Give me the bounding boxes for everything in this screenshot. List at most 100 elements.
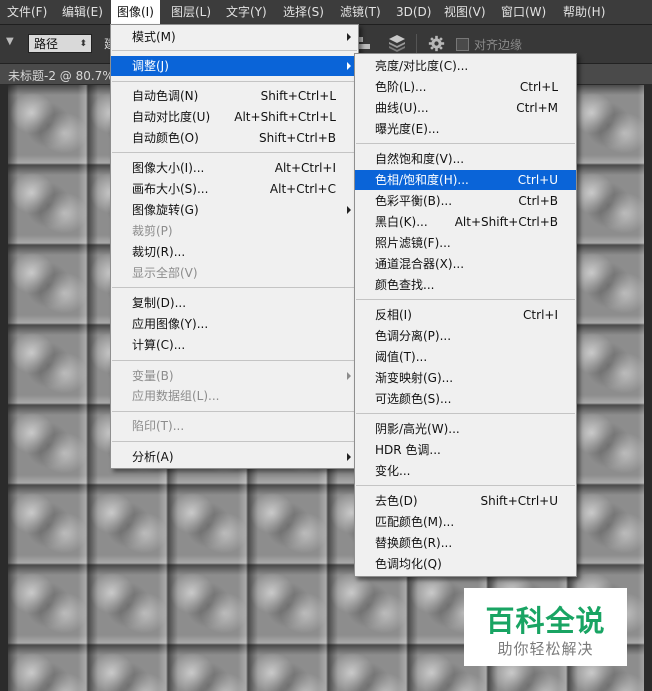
menu-separator	[112, 50, 357, 51]
menu-item-label: 阴影/高光(W)...	[375, 422, 460, 436]
menu-item-equalize[interactable]: 色调均化(Q)	[355, 554, 576, 574]
menu-item-image-rotation[interactable]: 图像旋转(G)	[111, 200, 358, 220]
menu-image[interactable]: 图像(I)	[111, 0, 160, 24]
menu-item-trap[interactable]: 陷印(T)...	[111, 416, 358, 436]
menu-item-color-balance[interactable]: 色彩平衡(B)... Ctrl+B	[355, 191, 576, 211]
menu-item-label: 应用图像(Y)...	[132, 317, 209, 331]
menu-item-vibrance[interactable]: 自然饱和度(V)...	[355, 149, 576, 169]
path-mode-value: 路径	[34, 37, 59, 51]
menu-separator	[356, 143, 575, 144]
path-arrangement-icon[interactable]	[388, 34, 406, 52]
document-tab[interactable]: 未标题-2 @ 80.7%	[8, 67, 114, 84]
menu-item-shortcut: Ctrl+M	[516, 101, 558, 115]
menu-item-shortcut: Shift+Ctrl+B	[259, 131, 336, 145]
menu-type[interactable]: 文字(Y)	[220, 0, 273, 24]
menu-window[interactable]: 窗口(W)	[495, 0, 552, 24]
menu-item-label: 调整(J)	[132, 59, 169, 73]
image-menu-dropdown: 模式(M) 调整(J) 自动色调(N) Shift+Ctrl+L 自动对比度(U…	[110, 24, 359, 469]
menu-item-threshold[interactable]: 阈值(T)...	[355, 347, 576, 367]
menu-item-mode[interactable]: 模式(M)	[111, 27, 358, 47]
menu-item-trim[interactable]: 裁切(R)...	[111, 242, 358, 262]
menu-item-exposure[interactable]: 曝光度(E)...	[355, 119, 576, 139]
menu-layer[interactable]: 图层(L)	[165, 0, 217, 24]
menu-separator	[112, 152, 357, 153]
menu-item-analysis[interactable]: 分析(A)	[111, 447, 358, 467]
menu-item-label: 照片滤镜(F)...	[375, 236, 451, 250]
align-edges-checkbox[interactable]	[456, 38, 469, 51]
menu-item-label: HDR 色调...	[375, 443, 441, 457]
submenu-arrow-icon	[347, 206, 351, 214]
menu-item-posterize[interactable]: 色调分离(P)...	[355, 326, 576, 346]
menu-item-label: 去色(D)	[375, 494, 418, 508]
menu-item-label: 色相/饱和度(H)...	[375, 173, 469, 187]
submenu-arrow-icon	[347, 62, 351, 70]
menu-item-levels[interactable]: 色阶(L)... Ctrl+L	[355, 77, 576, 97]
menu-item-auto-contrast[interactable]: 自动对比度(U) Alt+Shift+Ctrl+L	[111, 107, 358, 127]
menu-item-desaturate[interactable]: 去色(D) Shift+Ctrl+U	[355, 491, 576, 511]
menu-item-label: 色阶(L)...	[375, 80, 427, 94]
menu-help[interactable]: 帮助(H)	[557, 0, 611, 24]
menu-item-label: 自动颜色(O)	[132, 131, 199, 145]
menu-item-variables[interactable]: 变量(B)	[111, 366, 358, 386]
menu-file[interactable]: 文件(F)	[1, 0, 53, 24]
menu-item-apply-image[interactable]: 应用图像(Y)...	[111, 314, 358, 334]
menu-separator	[356, 299, 575, 300]
menu-item-label: 变化...	[375, 464, 411, 478]
menu-item-label: 曝光度(E)...	[375, 122, 440, 136]
menu-item-color-lookup[interactable]: 颜色查找...	[355, 275, 576, 295]
menu-bar: 文件(F) 编辑(E) 图像(I) 图层(L) 文字(Y) 选择(S) 滤镜(T…	[0, 0, 652, 25]
menu-item-label: 色彩平衡(B)...	[375, 194, 453, 208]
menu-item-brightness-contrast[interactable]: 亮度/对比度(C)...	[355, 56, 576, 76]
menu-item-selective-color[interactable]: 可选颜色(S)...	[355, 389, 576, 409]
menu-item-auto-color[interactable]: 自动颜色(O) Shift+Ctrl+B	[111, 128, 358, 148]
menu-filter[interactable]: 滤镜(T)	[334, 0, 387, 24]
watermark-logo: 百科全说 助你轻松解决	[464, 588, 627, 666]
menu-item-image-size[interactable]: 图像大小(I)... Alt+Ctrl+I	[111, 158, 358, 178]
path-alignment-icon[interactable]	[357, 36, 371, 50]
menu-item-label: 计算(C)...	[132, 338, 186, 352]
menu-item-crop[interactable]: 裁剪(P)	[111, 221, 358, 241]
menu-item-canvas-size[interactable]: 画布大小(S)... Alt+Ctrl+C	[111, 179, 358, 199]
menu-item-curves[interactable]: 曲线(U)... Ctrl+M	[355, 98, 576, 118]
menu-item-label: 曲线(U)...	[375, 101, 429, 115]
menu-item-duplicate[interactable]: 复制(D)...	[111, 293, 358, 313]
menu-item-label: 画布大小(S)...	[132, 182, 209, 196]
menu-separator	[356, 413, 575, 414]
align-edges-label: 对齐边缘	[474, 38, 523, 52]
watermark-subtitle: 助你轻松解决	[497, 640, 594, 658]
menu-item-reveal-all[interactable]: 显示全部(V)	[111, 263, 358, 283]
menu-item-invert[interactable]: 反相(I) Ctrl+I	[355, 305, 576, 325]
menu-edit[interactable]: 编辑(E)	[56, 0, 109, 24]
menu-item-hdr-toning[interactable]: HDR 色调...	[355, 440, 576, 460]
menu-item-replace-color[interactable]: 替换颜色(R)...	[355, 533, 576, 553]
menu-item-label: 色调分离(P)...	[375, 329, 452, 343]
menu-item-hue-saturation[interactable]: 色相/饱和度(H)... Ctrl+U	[355, 170, 576, 190]
menu-item-match-color[interactable]: 匹配颜色(M)...	[355, 512, 576, 532]
menu-item-label: 亮度/对比度(C)...	[375, 59, 469, 73]
menu-item-shortcut: Ctrl+I	[523, 308, 558, 322]
menu-3d[interactable]: 3D(D)	[390, 0, 437, 24]
menu-item-shortcut: Alt+Ctrl+I	[274, 161, 336, 175]
menu-item-adjustments[interactable]: 调整(J)	[111, 56, 358, 76]
menu-separator	[112, 360, 357, 361]
menu-item-variations[interactable]: 变化...	[355, 461, 576, 481]
menu-item-label: 替换颜色(R)...	[375, 536, 453, 550]
menu-select[interactable]: 选择(S)	[277, 0, 330, 24]
watermark-title: 百科全说	[485, 604, 606, 638]
menu-item-shadows-highlights[interactable]: 阴影/高光(W)...	[355, 419, 576, 439]
menu-item-apply-data-set[interactable]: 应用数据组(L)...	[111, 386, 358, 406]
gear-icon[interactable]	[428, 35, 445, 52]
menu-item-auto-tone[interactable]: 自动色调(N) Shift+Ctrl+L	[111, 86, 358, 106]
menu-item-black-white[interactable]: 黑白(K)... Alt+Shift+Ctrl+B	[355, 212, 576, 232]
menu-item-label: 图像大小(I)...	[132, 161, 205, 175]
menu-item-label: 应用数据组(L)...	[132, 389, 220, 403]
menu-separator	[112, 441, 357, 442]
tool-preset-arrow-icon[interactable]: ▼	[6, 36, 14, 47]
menu-item-photo-filter[interactable]: 照片滤镜(F)...	[355, 233, 576, 253]
menu-view[interactable]: 视图(V)	[438, 0, 492, 24]
menu-item-calculations[interactable]: 计算(C)...	[111, 335, 358, 355]
menu-item-channel-mixer[interactable]: 通道混合器(X)...	[355, 254, 576, 274]
path-mode-select[interactable]: 路径 ⬍	[28, 34, 92, 53]
menu-item-shortcut: Alt+Shift+Ctrl+B	[454, 215, 558, 229]
menu-item-gradient-map[interactable]: 渐变映射(G)...	[355, 368, 576, 388]
